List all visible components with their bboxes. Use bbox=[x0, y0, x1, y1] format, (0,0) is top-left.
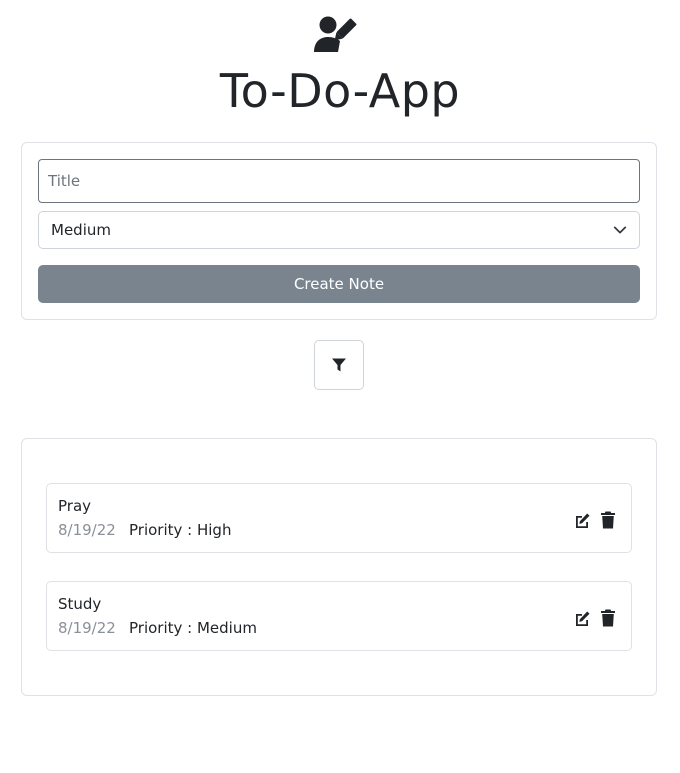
note-date: 8/19/22 bbox=[58, 521, 116, 539]
chevron-down-icon bbox=[613, 223, 627, 237]
priority-select[interactable]: Medium bbox=[38, 211, 640, 249]
filter-icon bbox=[331, 357, 347, 373]
note-title: Pray bbox=[58, 497, 92, 515]
note-title: Study bbox=[58, 595, 102, 613]
note-priority: Priority : High bbox=[129, 521, 232, 539]
create-note-button[interactable]: Create Note bbox=[38, 265, 640, 303]
edit-icon[interactable] bbox=[573, 512, 591, 530]
notes-list: Pray 8/19/22 Priority : High Study 8/19/… bbox=[21, 438, 657, 696]
create-note-form: Medium Create Note bbox=[21, 142, 657, 320]
filter-button[interactable] bbox=[314, 340, 364, 390]
user-edit-icon bbox=[314, 16, 364, 56]
trash-icon[interactable] bbox=[600, 609, 616, 627]
priority-select-value: Medium bbox=[51, 221, 111, 239]
list-item: Study 8/19/22 Priority : Medium bbox=[46, 581, 632, 651]
edit-icon[interactable] bbox=[573, 610, 591, 628]
page-title: To-Do-App bbox=[219, 64, 461, 118]
list-item: Pray 8/19/22 Priority : High bbox=[46, 483, 632, 553]
trash-icon[interactable] bbox=[600, 511, 616, 529]
title-input[interactable] bbox=[38, 159, 640, 203]
note-priority: Priority : Medium bbox=[129, 619, 257, 637]
note-date: 8/19/22 bbox=[58, 619, 116, 637]
